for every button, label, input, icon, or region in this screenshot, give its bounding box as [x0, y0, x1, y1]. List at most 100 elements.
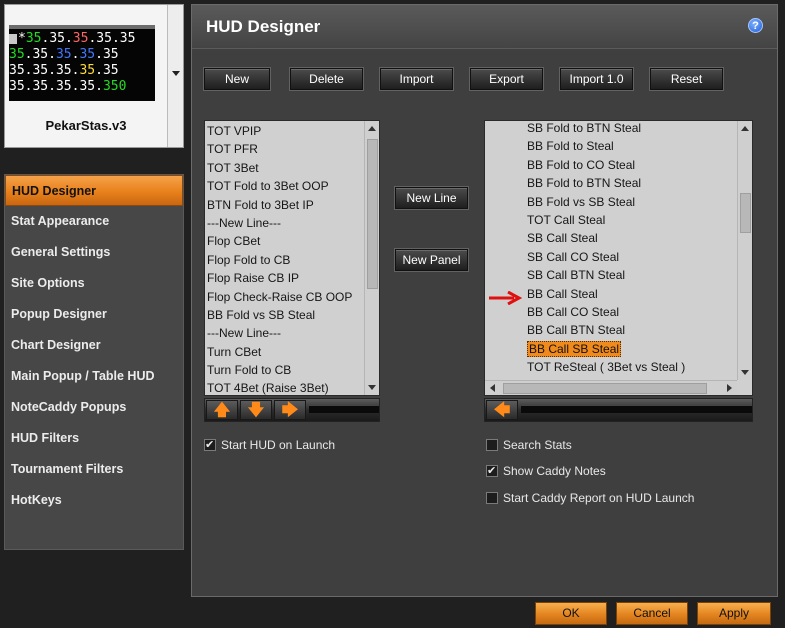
sidebar-item-tournament-filters[interactable]: Tournament Filters — [5, 454, 183, 485]
list-item[interactable]: BB Call Steal — [525, 285, 737, 303]
list-item[interactable]: BB Call CO Steal — [525, 303, 737, 321]
delete-button[interactable]: Delete — [290, 68, 363, 90]
move-down-button[interactable]: 🡇 — [240, 400, 272, 420]
vertical-scrollbar[interactable] — [364, 121, 379, 395]
list-item[interactable]: BB Call SB Steal — [525, 340, 737, 358]
list-item[interactable]: BB Fold to CO Steal — [525, 156, 737, 174]
horizontal-scrollbar[interactable] — [485, 380, 737, 395]
list-item[interactable]: TOT VPIP — [205, 122, 364, 140]
panel-header: HUD Designer ? — [192, 5, 777, 49]
move-up-button[interactable]: 🡅 — [206, 400, 238, 420]
scroll-up-icon[interactable] — [741, 126, 749, 131]
sidebar-item-general-settings[interactable]: General Settings — [5, 237, 183, 268]
player-icon — [9, 33, 17, 44]
preview-stat-value: 35 — [79, 79, 96, 94]
caddy-report-option[interactable]: Start Caddy Report on HUD Launch — [486, 490, 694, 506]
list-item[interactable]: BB Fold to Steal — [525, 137, 737, 155]
new-button[interactable]: New — [204, 68, 270, 90]
list-item-label: BB Call BTN Steal — [527, 323, 626, 338]
sidebar-item-chart-designer[interactable]: Chart Designer — [5, 330, 183, 361]
search-stats-option[interactable]: Search Stats — [486, 437, 572, 453]
search-stats-checkbox[interactable] — [486, 439, 498, 451]
ok-button[interactable]: OK — [535, 602, 607, 625]
available-stats-list[interactable]: SB Fold to BTN Steal BB Fold to Steal BB F… — [484, 120, 753, 396]
sidebar-item-site-options[interactable]: Site Options — [5, 268, 183, 299]
show-caddy-notes-label: Show Caddy Notes — [503, 464, 606, 478]
sidebar-item-hud-filters[interactable]: HUD Filters — [5, 423, 183, 454]
list-item-label: TOT 4Bet (Raise 3Bet) — [207, 381, 329, 396]
scroll-thumb[interactable] — [503, 383, 707, 394]
list-item[interactable]: ---New Line--- — [205, 324, 364, 342]
sidebar-item-stat-appearance[interactable]: Stat Appearance — [5, 206, 183, 237]
reset-button[interactable]: Reset — [650, 68, 723, 90]
import-1-0-button[interactable]: Import 1.0 — [560, 68, 633, 90]
list-item[interactable]: TOT Fold to 3Bet OOP — [205, 177, 364, 195]
caddy-report-checkbox[interactable] — [486, 492, 498, 504]
import-button[interactable]: Import — [380, 68, 453, 90]
new-line-button[interactable]: New Line — [395, 187, 468, 209]
start-hud-checkbox[interactable] — [204, 437, 216, 453]
profile-dropdown-button[interactable] — [167, 5, 183, 147]
list-item[interactable]: Turn Fold to CB — [205, 361, 364, 379]
list-item[interactable]: Flop Raise CB IP — [205, 269, 364, 287]
list-item[interactable]: TOT PFR — [205, 140, 364, 158]
list-item[interactable]: Flop Check-Raise CB OOP — [205, 288, 364, 306]
apply-button[interactable]: Apply — [697, 602, 771, 625]
preview-stat-value: 35 — [32, 63, 49, 78]
list-item[interactable]: SB Call CO Steal — [525, 248, 737, 266]
list-item[interactable]: ---New Line--- — [205, 214, 364, 232]
show-caddy-notes-checkbox[interactable] — [486, 463, 498, 479]
scroll-down-icon[interactable] — [741, 370, 749, 375]
preview-stat-value: 35 — [32, 79, 49, 94]
move-left-button[interactable]: 🡄 — [486, 400, 518, 420]
scroll-thumb[interactable] — [367, 139, 378, 289]
cancel-button[interactable]: Cancel — [616, 602, 688, 625]
sidebar-item-main-popup-table-hud[interactable]: Main Popup / Table HUD — [5, 361, 183, 392]
list-item[interactable]: SB Call BTN Steal — [525, 266, 737, 284]
sidebar-nav: HUD Designer Stat Appearance General Set… — [4, 174, 184, 550]
export-button[interactable]: Export — [470, 68, 543, 90]
scroll-left-icon[interactable] — [490, 384, 495, 392]
preview-stat-value: . — [48, 47, 56, 62]
list-item[interactable]: TOT 3Bet — [205, 159, 364, 177]
list-item-label: TOT Fold to 3Bet OOP — [207, 179, 329, 194]
list-item[interactable]: Flop Fold to CB — [205, 251, 364, 269]
scroll-down-icon[interactable] — [368, 385, 376, 390]
scroll-thumb[interactable] — [740, 193, 751, 233]
list-item[interactable]: SB Fold to BTN Steal — [525, 121, 737, 137]
list-item[interactable]: TOT ReSteal ( 3Bet vs Steal ) — [525, 358, 737, 376]
hud-preview-image: *35.35.35.35.35 35.35.35.35.35 35.35.35.35… — [9, 25, 155, 101]
list-item[interactable]: TOT 4Bet (Raise 3Bet) — [205, 379, 364, 396]
list-item[interactable]: BB Call BTN Steal — [525, 321, 737, 339]
start-hud-option[interactable]: Start HUD on Launch — [204, 437, 335, 453]
sidebar-item-notecaddy-popups[interactable]: NoteCaddy Popups — [5, 392, 183, 423]
list-item[interactable]: BTN Fold to 3Bet IP — [205, 196, 364, 214]
hud-profile-preview[interactable]: *35.35.35.35.35 35.35.35.35.35 35.35.35.35… — [4, 4, 184, 148]
list-item-label: Flop Raise CB IP — [207, 271, 300, 286]
list-item-label: SB Fold to BTN Steal — [527, 121, 642, 135]
new-panel-button[interactable]: New Panel — [395, 249, 468, 271]
list-item[interactable]: SB Call Steal — [525, 229, 737, 247]
list-item-label: BB Fold vs SB Steal — [207, 307, 316, 322]
help-icon[interactable]: ? — [748, 18, 763, 33]
move-right-button[interactable]: 🡆 — [274, 400, 306, 420]
list-item[interactable]: BB Fold vs SB Steal — [525, 193, 737, 211]
toolbar-groove — [521, 405, 752, 413]
vertical-scrollbar[interactable] — [737, 121, 752, 380]
list-item[interactable]: Turn CBet — [205, 343, 364, 361]
list-item-label: Turn CBet — [207, 344, 262, 359]
hud-layout-list[interactable]: TOT VPIP TOT PFR TOT 3Bet TOT Fold to 3Bet … — [204, 120, 380, 396]
scroll-up-icon[interactable] — [368, 126, 376, 131]
list-item[interactable]: TOT Call Steal — [525, 211, 737, 229]
scroll-right-icon[interactable] — [727, 384, 732, 392]
list-item[interactable]: BB Fold to BTN Steal — [525, 174, 737, 192]
show-caddy-notes-option[interactable]: Show Caddy Notes — [486, 463, 606, 479]
list-item[interactable]: SB Resteal vs CO — [525, 395, 737, 396]
sidebar-item-hud-designer[interactable]: HUD Designer — [5, 175, 183, 206]
list-item[interactable]: BB Fold vs SB Steal — [205, 306, 364, 324]
stats-list-toolbar: 🡄 — [484, 398, 753, 422]
sidebar-item-popup-designer[interactable]: Popup Designer — [5, 299, 183, 330]
list-item[interactable]: Flop CBet — [205, 232, 364, 250]
sidebar-item-hotkeys[interactable]: HotKeys — [5, 485, 183, 516]
preview-stat-value: 35 — [102, 47, 119, 62]
